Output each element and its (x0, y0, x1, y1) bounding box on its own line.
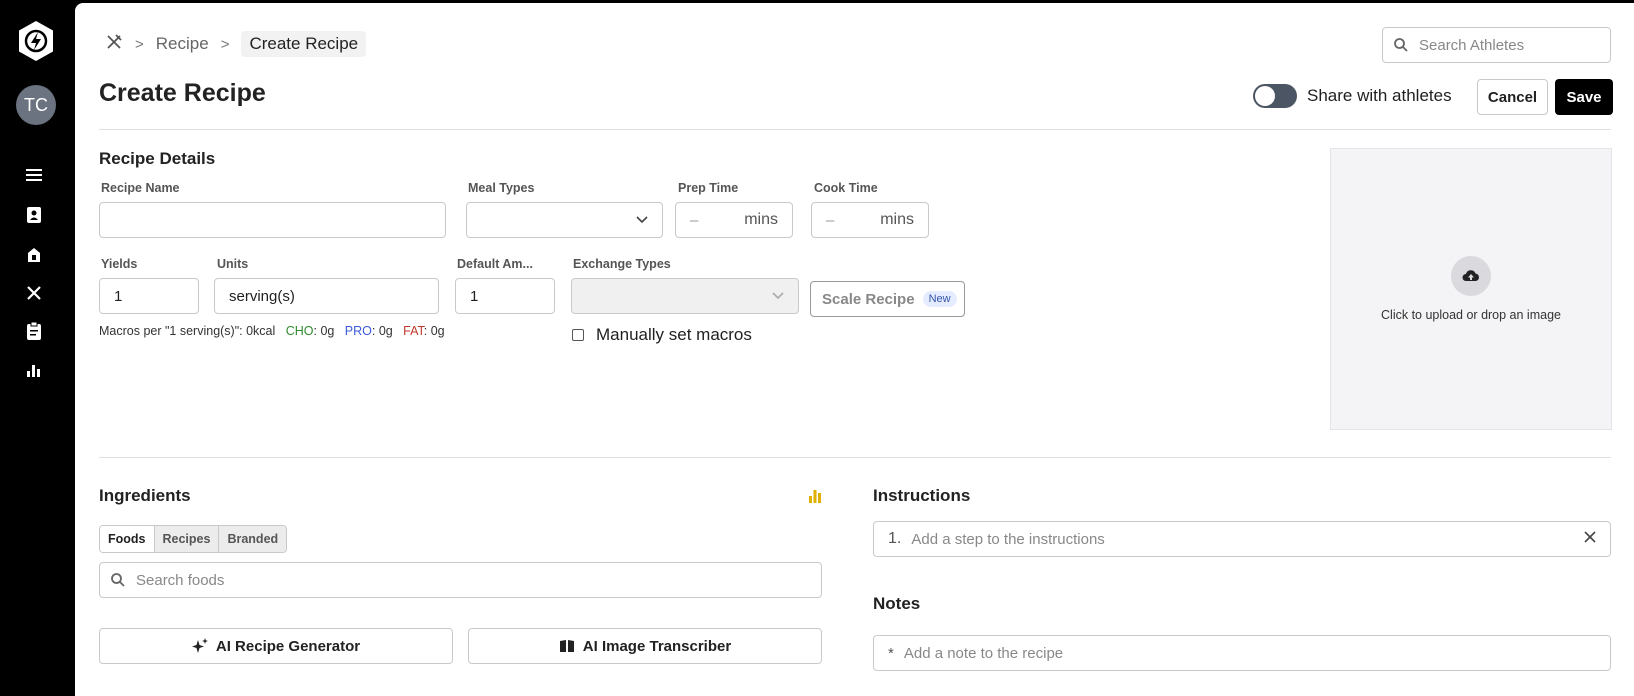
fat-value: : 0g (423, 324, 445, 338)
macros-prefix: Macros per "1 serving(s)": 0kcal (99, 324, 276, 338)
share-toggle-group: Share with athletes (1253, 84, 1452, 108)
recipe-name-field[interactable] (99, 202, 446, 238)
instruction-step-input[interactable] (911, 530, 1574, 548)
close-icon[interactable] (1584, 530, 1596, 548)
page-title: Create Recipe (99, 79, 266, 107)
new-badge: New (922, 291, 957, 307)
calendar-icon[interactable] (24, 245, 44, 265)
avatar[interactable]: TC (16, 85, 56, 125)
default-amount-label: Default Am... (457, 257, 533, 271)
logo-icon[interactable] (17, 20, 55, 62)
cho-label: CHO (285, 324, 314, 338)
search-athletes-box (1382, 27, 1611, 63)
tab-recipes[interactable]: Recipes (153, 526, 219, 552)
tab-foods[interactable]: Foods (100, 526, 154, 552)
default-amount-value: 1 (470, 287, 479, 305)
breadcrumb-item-create-recipe: Create Recipe (241, 31, 367, 57)
cook-time-field[interactable]: – mins (811, 202, 929, 238)
bar-chart-icon[interactable] (808, 489, 822, 508)
ai-recipe-generator-button[interactable]: AI Recipe Generator (99, 628, 453, 664)
note-field: * (873, 635, 1611, 671)
units-label: Units (217, 257, 249, 271)
cook-time-label: Cook Time (814, 181, 878, 195)
ai-recipe-generator-label: AI Recipe Generator (215, 637, 361, 655)
units-value: serving(s) (229, 287, 295, 305)
manual-macros-checkbox-row[interactable]: Manually set macros (572, 325, 752, 345)
note-bullet: * (888, 644, 894, 662)
sidebar: TC (0, 0, 75, 696)
meal-types-label: Meal Types (468, 181, 535, 195)
ingredient-tabs: Foods Recipes Branded (99, 525, 288, 553)
search-icon (111, 573, 125, 587)
default-amount-field[interactable]: 1 (455, 278, 555, 314)
prep-time-label: Prep Time (678, 181, 739, 195)
app: TC > Recipe > Create Recipe Search Athle… (0, 0, 1634, 696)
main-panel: > Recipe > Create Recipe Create Recipe S… (75, 3, 1634, 696)
manual-macros-checkbox[interactable] (572, 329, 584, 341)
breadcrumb-item-recipe[interactable]: Recipe (156, 34, 209, 54)
fat-label: FAT (403, 324, 424, 338)
tab-branded[interactable]: Branded (218, 526, 287, 552)
pro-label: PRO (344, 324, 372, 338)
note-input[interactable] (903, 644, 1596, 662)
recipe-details-title: Recipe Details (99, 149, 216, 168)
utensils-icon[interactable] (24, 283, 44, 303)
divider (99, 129, 1611, 130)
prep-time-field[interactable]: – mins (675, 202, 793, 238)
menu-icon[interactable] (24, 165, 44, 185)
units-field[interactable]: serving(s) (214, 278, 439, 314)
instructions-title: Instructions (873, 486, 971, 505)
search-foods-input[interactable] (136, 571, 821, 589)
breadcrumb: > Recipe > Create Recipe (105, 31, 367, 57)
chevron-down-icon (636, 213, 648, 227)
bar-chart-icon[interactable] (24, 360, 44, 380)
scale-recipe-label: Scale Recipe (822, 290, 915, 308)
instruction-step-field: 1. (873, 521, 1611, 557)
save-button[interactable]: Save (1555, 79, 1613, 115)
avatar-initials: TC (24, 94, 48, 115)
macros-summary: Macros per "1 serving(s)": 0kcal CHO: 0g… (99, 324, 445, 338)
scale-recipe-button[interactable]: Scale Recipe New (810, 281, 965, 317)
yields-value: 1 (114, 287, 123, 305)
share-label: Share with athletes (1307, 86, 1452, 105)
cook-time-value: – (826, 211, 835, 229)
notes-title: Notes (873, 594, 921, 613)
chevron-down-icon (772, 289, 784, 303)
recipe-name-input[interactable] (114, 211, 431, 229)
recipe-name-label: Recipe Name (101, 181, 180, 195)
clipboard-icon[interactable] (24, 321, 44, 341)
toggle-knob (1255, 86, 1275, 106)
breadcrumb-separator: > (220, 35, 230, 53)
book-icon (559, 640, 574, 652)
pro-value: : 0g (371, 324, 393, 338)
step-number: 1. (888, 530, 902, 547)
manual-macros-label: Manually set macros (596, 325, 752, 344)
image-upload-dropzone[interactable]: Click to upload or drop an image (1330, 148, 1612, 430)
share-toggle[interactable] (1253, 84, 1297, 108)
cloud-upload-icon (1451, 256, 1491, 296)
prep-time-unit: mins (744, 211, 778, 228)
ai-image-transcriber-button[interactable]: AI Image Transcriber (468, 628, 822, 664)
sparkle-icon (191, 638, 208, 653)
exchange-types-select[interactable] (571, 278, 799, 314)
ai-image-transcriber-label: AI Image Transcriber (582, 637, 732, 655)
exchange-types-label: Exchange Types (573, 257, 671, 271)
breadcrumb-separator: > (135, 35, 144, 53)
contacts-icon[interactable] (24, 205, 44, 225)
yields-label: Yields (101, 257, 138, 271)
cho-value: : 0g (313, 324, 335, 338)
cancel-button[interactable]: Cancel (1477, 79, 1548, 115)
upload-text: Click to upload or drop an image (1381, 308, 1561, 322)
prep-time-value: – (690, 211, 699, 229)
yields-field[interactable]: 1 (99, 278, 199, 314)
divider (99, 457, 1611, 458)
cook-time-unit: mins (880, 211, 914, 228)
search-icon (1394, 38, 1408, 52)
utensils-icon[interactable] (105, 33, 123, 56)
meal-types-select[interactable] (466, 202, 663, 238)
search-foods-box (99, 562, 822, 598)
ingredients-title: Ingredients (99, 486, 191, 505)
search-athletes-input[interactable] (1419, 36, 1610, 54)
